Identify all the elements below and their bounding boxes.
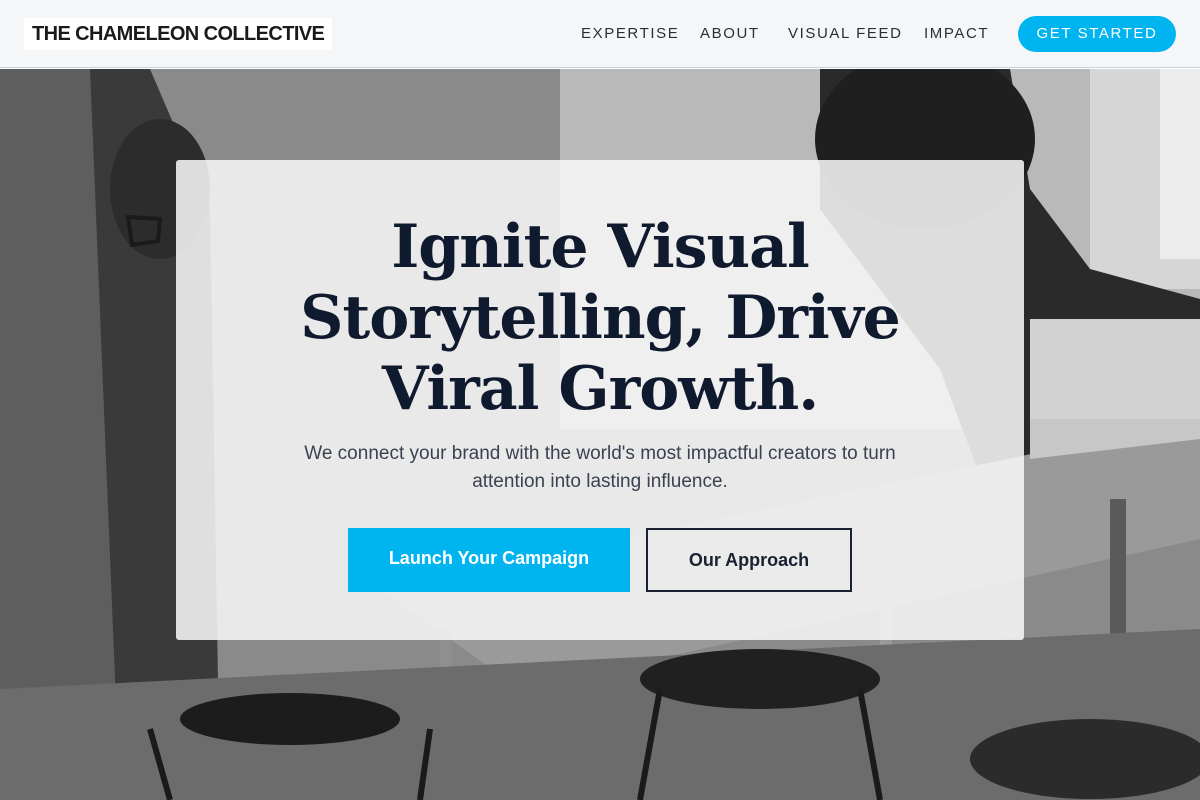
hero-card: Ignite Visual Storytelling, Drive Viral … (176, 160, 1024, 640)
nav-link-impact[interactable]: IMPACT (924, 24, 989, 44)
nav-link-expertise[interactable]: EXPERTISE (581, 24, 679, 44)
hero-title: Ignite Visual Storytelling, Drive Viral … (176, 212, 1024, 425)
brand-logo[interactable]: THE CHAMELEON COLLECTIVE (24, 18, 333, 50)
hero-subtitle: We connect your brand with the world's m… (256, 440, 944, 496)
nav-link-visual-feed[interactable]: VISUAL FEED (788, 24, 903, 44)
hero-title-line: Viral Growth. (381, 354, 819, 424)
nav-link-about[interactable]: ABOUT (700, 24, 760, 44)
hero-title-line: Ignite Visual (391, 212, 810, 282)
site-header: THE CHAMELEON COLLECTIVE EXPERTISE ABOUT… (0, 0, 1200, 68)
hero-subtitle-line: We connect your brand with the world's m… (304, 443, 896, 464)
our-approach-button[interactable]: Our Approach (646, 528, 852, 592)
hero-subtitle-line: attention into lasting influence. (472, 471, 728, 492)
launch-campaign-button[interactable]: Launch Your Campaign (348, 528, 630, 592)
hero-title-line: Storytelling, Drive (300, 283, 901, 353)
get-started-button[interactable]: GET STARTED (1018, 16, 1176, 52)
